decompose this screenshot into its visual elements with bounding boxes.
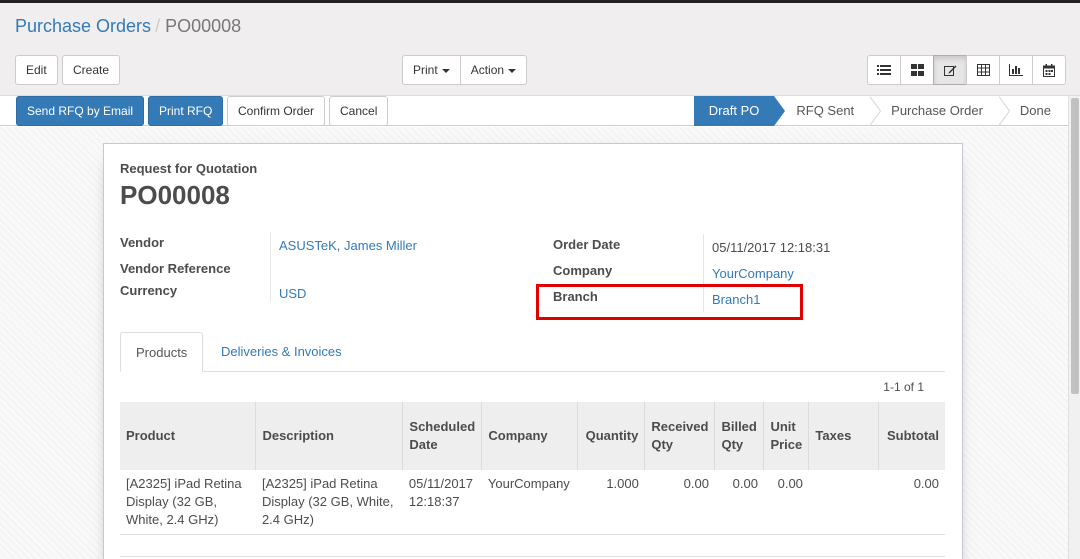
order-lines-table: Product Description Scheduled Date Compa… xyxy=(120,402,945,535)
status-step-label: Purchase Order xyxy=(891,103,983,118)
cell-billed-qty: 0.00 xyxy=(714,470,764,535)
calendar-view-button[interactable] xyxy=(1032,55,1066,85)
column-header-unit-price[interactable]: Unit Price xyxy=(763,402,809,470)
step-arrow xyxy=(997,96,1009,126)
cell-unit-price: 0.00 xyxy=(763,470,809,535)
form-view-content: Request for Quotation PO00008 Vendor ASU… xyxy=(0,127,1068,559)
print-dropdown-label: Print xyxy=(413,63,438,77)
page-title: PO00008 xyxy=(120,180,230,210)
pivot-view-button[interactable] xyxy=(966,55,1000,85)
action-dropdown-button[interactable]: Action xyxy=(459,55,528,85)
pager-value: 1-1 of 1 xyxy=(883,380,924,394)
step-arrow xyxy=(774,96,786,126)
cell-quantity: 1.000 xyxy=(577,470,645,535)
currency-label: Currency xyxy=(120,283,178,298)
action-dropdown-label: Action xyxy=(470,63,505,77)
tab-products[interactable]: Products xyxy=(120,332,204,372)
cell-received-qty: 0.00 xyxy=(644,470,715,535)
scrollbar-thumb[interactable] xyxy=(1071,98,1079,394)
cell-subtotal: 0.00 xyxy=(878,470,945,535)
column-header-received-qty[interactable]: Received Qty xyxy=(644,402,715,470)
field-divider xyxy=(270,232,271,302)
column-header-scheduled-date[interactable]: Scheduled Date xyxy=(402,402,482,470)
company-label: Company xyxy=(553,263,613,278)
table-header-row: Product Description Scheduled Date Compa… xyxy=(120,402,945,470)
kanban-view-button[interactable] xyxy=(900,55,934,85)
sidebar-dropdown-group: Print Action xyxy=(402,55,528,85)
column-header-product[interactable]: Product xyxy=(120,402,256,470)
column-header-description[interactable]: Description xyxy=(255,402,403,470)
confirm-order-button[interactable]: Confirm Order xyxy=(227,96,326,126)
breadcrumb-current: PO00008 xyxy=(165,16,242,36)
column-header-subtotal[interactable]: Subtotal xyxy=(878,402,945,470)
order-date-field[interactable]: 05/11/2017 12:18:31 xyxy=(712,240,830,255)
form-view-button[interactable] xyxy=(933,55,967,85)
vendor-reference-label: Vendor Reference xyxy=(120,261,231,276)
create-button[interactable]: Create xyxy=(62,55,121,85)
currency-field[interactable]: USD xyxy=(279,286,306,301)
status-step-label: RFQ Sent xyxy=(796,103,855,118)
caret-down-icon xyxy=(441,68,450,73)
table-footer-divider xyxy=(120,556,945,557)
vertical-scrollbar[interactable] xyxy=(1068,96,1080,559)
vendor-label: Vendor xyxy=(120,235,165,250)
graph-view-icon xyxy=(1009,64,1023,76)
print-rfq-button[interactable]: Print RFQ xyxy=(148,96,224,126)
form-view-icon xyxy=(943,65,956,76)
status-pipeline: Draft PO RFQ Sent Purchase Order Done xyxy=(693,96,1068,126)
status-step-label: Draft PO xyxy=(708,103,760,118)
column-header-taxes[interactable]: Taxes xyxy=(808,402,879,470)
status-step-rfq-sent[interactable]: RFQ Sent xyxy=(774,96,882,126)
cell-taxes xyxy=(808,470,879,535)
view-switcher xyxy=(867,55,1066,85)
column-header-company[interactable]: Company xyxy=(481,402,578,470)
form-statusbar: Send RFQ by Email Print RFQ Confirm Orde… xyxy=(0,96,1068,126)
breadcrumb-separator: / xyxy=(155,16,161,36)
tab-deliveries-invoices[interactable]: Deliveries & Invoices xyxy=(206,332,357,372)
breadcrumb: Purchase Orders / PO00008 xyxy=(15,16,241,36)
send-rfq-by-email-button[interactable]: Send RFQ by Email xyxy=(16,96,145,126)
status-step-label: Done xyxy=(1019,103,1051,118)
pivot-view-icon xyxy=(976,64,990,76)
order-date-label: Order Date xyxy=(553,237,621,252)
print-dropdown-button[interactable]: Print xyxy=(402,55,461,85)
notebook-tabs: Products Deliveries & Invoices xyxy=(120,332,945,372)
step-arrow xyxy=(869,96,881,126)
status-step-draft-po[interactable]: Draft PO xyxy=(693,96,786,126)
edit-button[interactable]: Edit xyxy=(15,55,58,85)
status-step-purchase-order[interactable]: Purchase Order xyxy=(869,96,1010,126)
cell-product: [A2325] iPad Retina Display (32 GB, Whit… xyxy=(120,470,256,535)
graph-view-button[interactable] xyxy=(999,55,1033,85)
branch-highlight-box xyxy=(536,284,803,320)
calendar-view-icon xyxy=(1043,63,1055,77)
table-row[interactable]: [A2325] iPad Retina Display (32 GB, Whit… xyxy=(120,470,945,535)
vendor-field[interactable]: ASUSTeK, James Miller xyxy=(279,238,417,253)
breadcrumb-purchase-orders[interactable]: Purchase Orders xyxy=(15,16,151,36)
kanban-view-icon xyxy=(910,64,924,76)
list-view-button[interactable] xyxy=(867,55,901,85)
form-sheet: Request for Quotation PO00008 Vendor ASU… xyxy=(103,143,963,559)
cell-company: YourCompany xyxy=(481,470,578,535)
control-panel: Purchase Orders / PO00008 Edit Create Prin… xyxy=(0,3,1080,96)
company-field[interactable]: YourCompany xyxy=(712,266,794,281)
cell-description: [A2325] iPad Retina Display (32 GB, Whit… xyxy=(255,470,403,535)
list-view-icon xyxy=(877,65,891,75)
caret-down-icon xyxy=(508,68,517,73)
column-header-quantity[interactable]: Quantity xyxy=(577,402,645,470)
cell-scheduled-date: 05/11/2017 12:18:37 xyxy=(402,470,482,535)
column-header-billed-qty[interactable]: Billed Qty xyxy=(714,402,764,470)
cancel-button[interactable]: Cancel xyxy=(329,96,389,126)
form-subtitle: Request for Quotation xyxy=(120,161,258,176)
